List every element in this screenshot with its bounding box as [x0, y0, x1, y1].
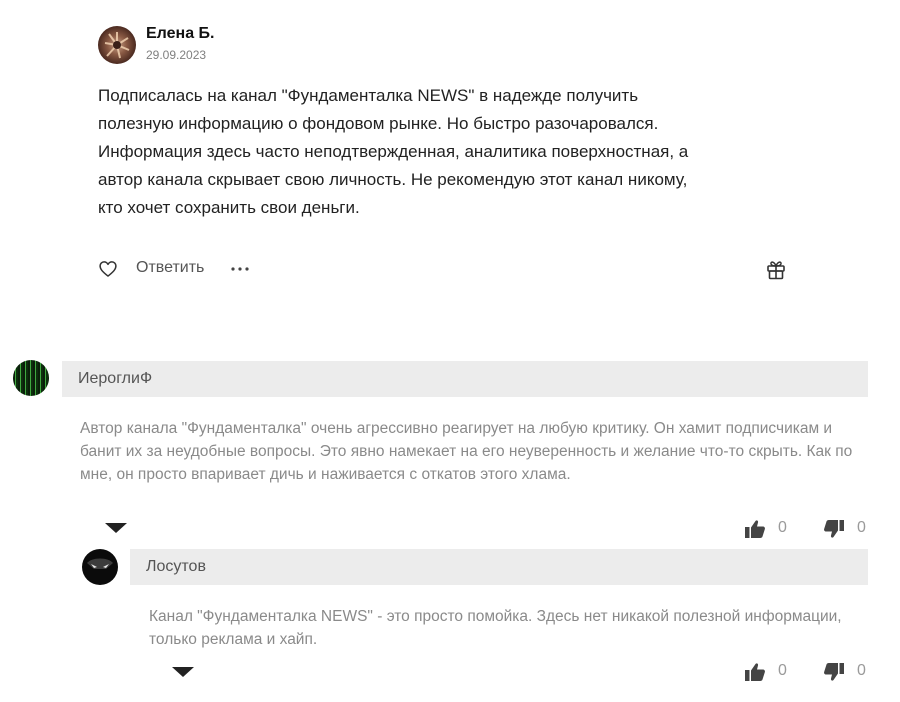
comment-text: Канал "Фундаменталка NEWS" - это просто …	[149, 608, 842, 648]
like-count: 0	[778, 519, 787, 536]
dislike-vote: 0	[823, 519, 873, 541]
review-date: 29.09.2023	[146, 48, 207, 62]
comment-author[interactable]: Лосутов	[130, 549, 868, 585]
caret-down-icon[interactable]	[105, 523, 127, 533]
avatar[interactable]	[13, 360, 49, 396]
dislike-count: 0	[857, 519, 866, 536]
review-text: Подписалась на канал "Фундаменталка NEWS…	[98, 86, 689, 217]
thumbs-up-icon[interactable]	[744, 662, 766, 682]
like-count: 0	[778, 662, 787, 679]
more-icon[interactable]	[231, 267, 249, 271]
avatar[interactable]	[82, 549, 118, 585]
gift-icon[interactable]	[766, 258, 786, 280]
avatar[interactable]	[98, 26, 136, 64]
thumbs-up-icon[interactable]	[744, 519, 766, 539]
reply-button[interactable]: Ответить	[136, 259, 204, 277]
thumbs-down-icon[interactable]	[823, 662, 845, 682]
caret-down-icon[interactable]	[172, 667, 194, 677]
review-author[interactable]: Елена Б.	[146, 25, 214, 43]
dislike-vote: 0	[823, 662, 873, 684]
comment-author[interactable]: ИероглиФ	[62, 361, 868, 397]
comment-text: Автор канала "Фундаменталка" очень агрес…	[80, 420, 853, 483]
dislike-count: 0	[857, 662, 866, 679]
review-actions: Ответить	[98, 258, 798, 280]
thumbs-down-icon[interactable]	[823, 519, 845, 539]
like-vote: 0	[744, 519, 794, 541]
heart-icon[interactable]	[98, 259, 118, 279]
like-vote: 0	[744, 662, 794, 684]
